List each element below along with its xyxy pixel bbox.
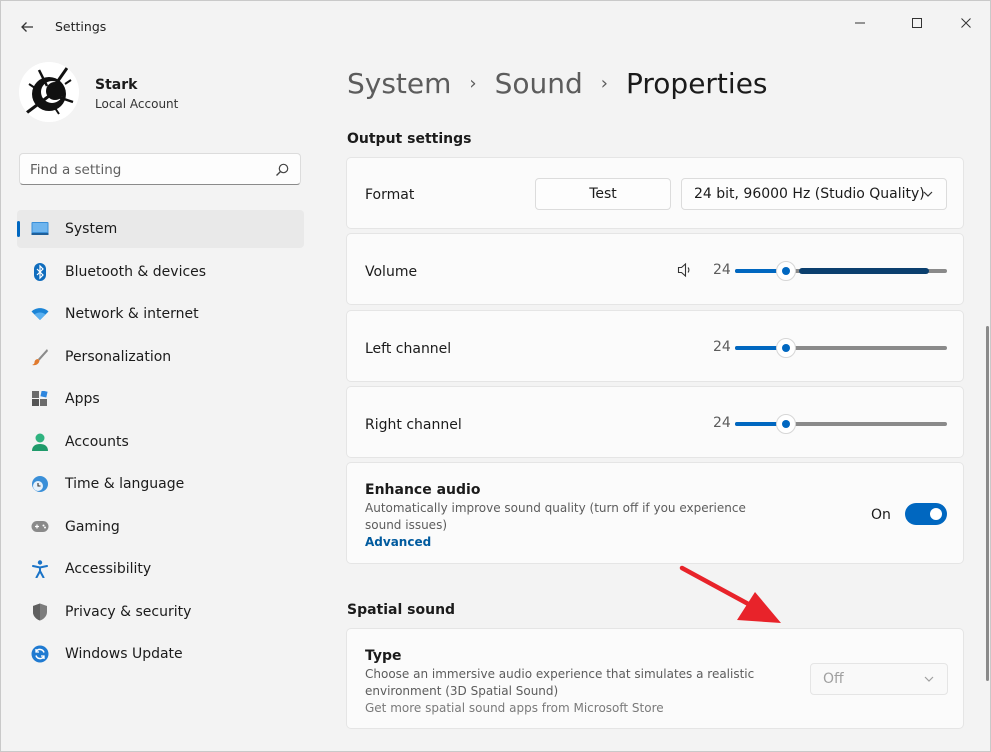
sidebar-item-label: Windows Update [65,646,183,662]
spatial-type-description-line1: Choose an immersive audio experience tha… [365,667,755,681]
enhance-audio-state: On [871,507,891,523]
shield-icon [31,603,49,621]
volume-value: 24 [713,262,731,278]
sidebar-item-windows-update[interactable]: Windows Update [17,635,304,673]
gamepad-icon [31,518,49,536]
brush-icon [31,348,49,366]
spatial-type-card: Type Choose an immersive audio experienc… [346,628,964,729]
back-button[interactable] [13,13,41,41]
sidebar-item-apps[interactable]: Apps [17,380,304,418]
volume-label: Volume [365,264,418,280]
left-channel-label: Left channel [365,341,452,357]
test-button[interactable]: Test [535,178,671,210]
sidebar-item-network[interactable]: Network & internet [17,295,304,333]
sidebar-item-accounts[interactable]: Accounts [17,423,304,461]
page-title: Properties [626,66,768,100]
slider-thumb[interactable] [776,261,796,281]
sidebar-item-label: Accessibility [65,561,152,577]
microsoft-store-link[interactable]: Get more spatial sound apps from Microso… [365,700,664,717]
maximize-icon [912,18,922,28]
enhance-audio-toggle[interactable] [905,503,947,525]
sidebar-item-bluetooth[interactable]: Bluetooth & devices [17,253,304,291]
format-selected-value: 24 bit, 96000 Hz (Studio Quality) [694,186,925,202]
right-channel-value: 24 [713,415,731,431]
sidebar-item-label: Privacy & security [65,603,192,620]
update-icon [31,645,49,663]
right-channel-card: Right channel 24 [346,386,964,458]
user-logo-icon [19,62,79,122]
left-channel-card: Left channel 24 [346,310,964,382]
chevron-down-icon [924,676,934,682]
enhance-audio-card: Enhance audio Automatically improve soun… [346,462,964,564]
format-card: Format Test 24 bit, 96000 Hz (Studio Qua… [346,157,964,229]
format-dropdown[interactable]: 24 bit, 96000 Hz (Studio Quality) [681,178,947,210]
minimize-button[interactable] [837,9,883,37]
bluetooth-icon [31,262,49,281]
left-channel-value: 24 [713,339,731,355]
enhance-audio-description-line1: Automatically improve sound quality (tur… [365,501,746,515]
sidebar-item-system[interactable]: System [17,210,304,248]
chevron-down-icon [923,191,933,197]
format-label: Format [365,187,415,203]
clock-globe-icon [31,475,49,493]
close-icon [961,18,971,28]
spatial-type-dropdown[interactable]: Off [810,663,948,695]
accessibility-icon [31,560,49,578]
sidebar-item-label: Network & internet [65,306,199,322]
breadcrumb: System › Sound › Properties [347,63,768,103]
search-box[interactable] [19,153,301,185]
speaker-icon[interactable] [677,262,693,278]
spatial-type-title: Type [365,648,402,664]
sidebar-item-time-language[interactable]: Time & language [17,465,304,503]
enhance-audio-title: Enhance audio [365,482,481,498]
scrollbar[interactable] [986,326,989,681]
right-channel-label: Right channel [365,417,462,433]
section-heading-spatial: Spatial sound [347,602,456,618]
chevron-right-icon: › [600,72,608,94]
sidebar-item-label: Accounts [65,433,129,450]
title-bar: Settings [1,1,990,45]
user-name: Stark [95,77,138,93]
section-heading-output: Output settings [347,131,472,147]
sidebar-nav: System Bluetooth & devices Network & int… [17,210,304,678]
sidebar-item-accessibility[interactable]: Accessibility [17,550,304,588]
maximize-button[interactable] [894,9,940,37]
settings-window: Settings Stark Local Account Find a sett… [0,0,991,752]
sidebar-item-label: Time & language [65,476,185,492]
sidebar-item-label: Bluetooth & devices [65,263,207,280]
spatial-type-description-line2: environment (3D Spatial Sound) [365,684,559,698]
sidebar-item-label: Gaming [65,518,120,535]
spatial-type-selected-value: Off [823,671,844,687]
minimize-icon [855,22,865,24]
close-button[interactable] [943,9,989,37]
sidebar-item-gaming[interactable]: Gaming [17,508,304,546]
slider-thumb[interactable] [776,338,796,358]
app-title: Settings [55,19,107,34]
account-type: Local Account [95,97,179,111]
search-input[interactable] [30,160,260,180]
search-icon[interactable] [274,162,290,178]
system-icon [31,220,49,238]
apps-icon [31,390,49,408]
breadcrumb-item-system[interactable]: System [347,67,451,100]
sidebar-item-label: System [65,221,118,237]
sidebar-item-label: Personalization [65,348,172,365]
slider-track-highlight [799,268,929,274]
wifi-icon [31,305,49,323]
slider-thumb[interactable] [776,414,796,434]
volume-card: Volume 24 [346,233,964,305]
sidebar-item-privacy-security[interactable]: Privacy & security [17,593,304,631]
chevron-right-icon: › [469,72,477,94]
enhance-audio-description-line2: sound issues) [365,518,447,532]
sidebar-item-personalization[interactable]: Personalization [17,338,304,376]
breadcrumb-item-sound[interactable]: Sound [495,67,583,100]
arrow-left-icon [21,22,33,32]
avatar[interactable] [19,62,79,122]
person-icon [31,433,49,451]
advanced-link[interactable]: Advanced [365,535,431,549]
sidebar-item-label: Apps [65,391,100,407]
